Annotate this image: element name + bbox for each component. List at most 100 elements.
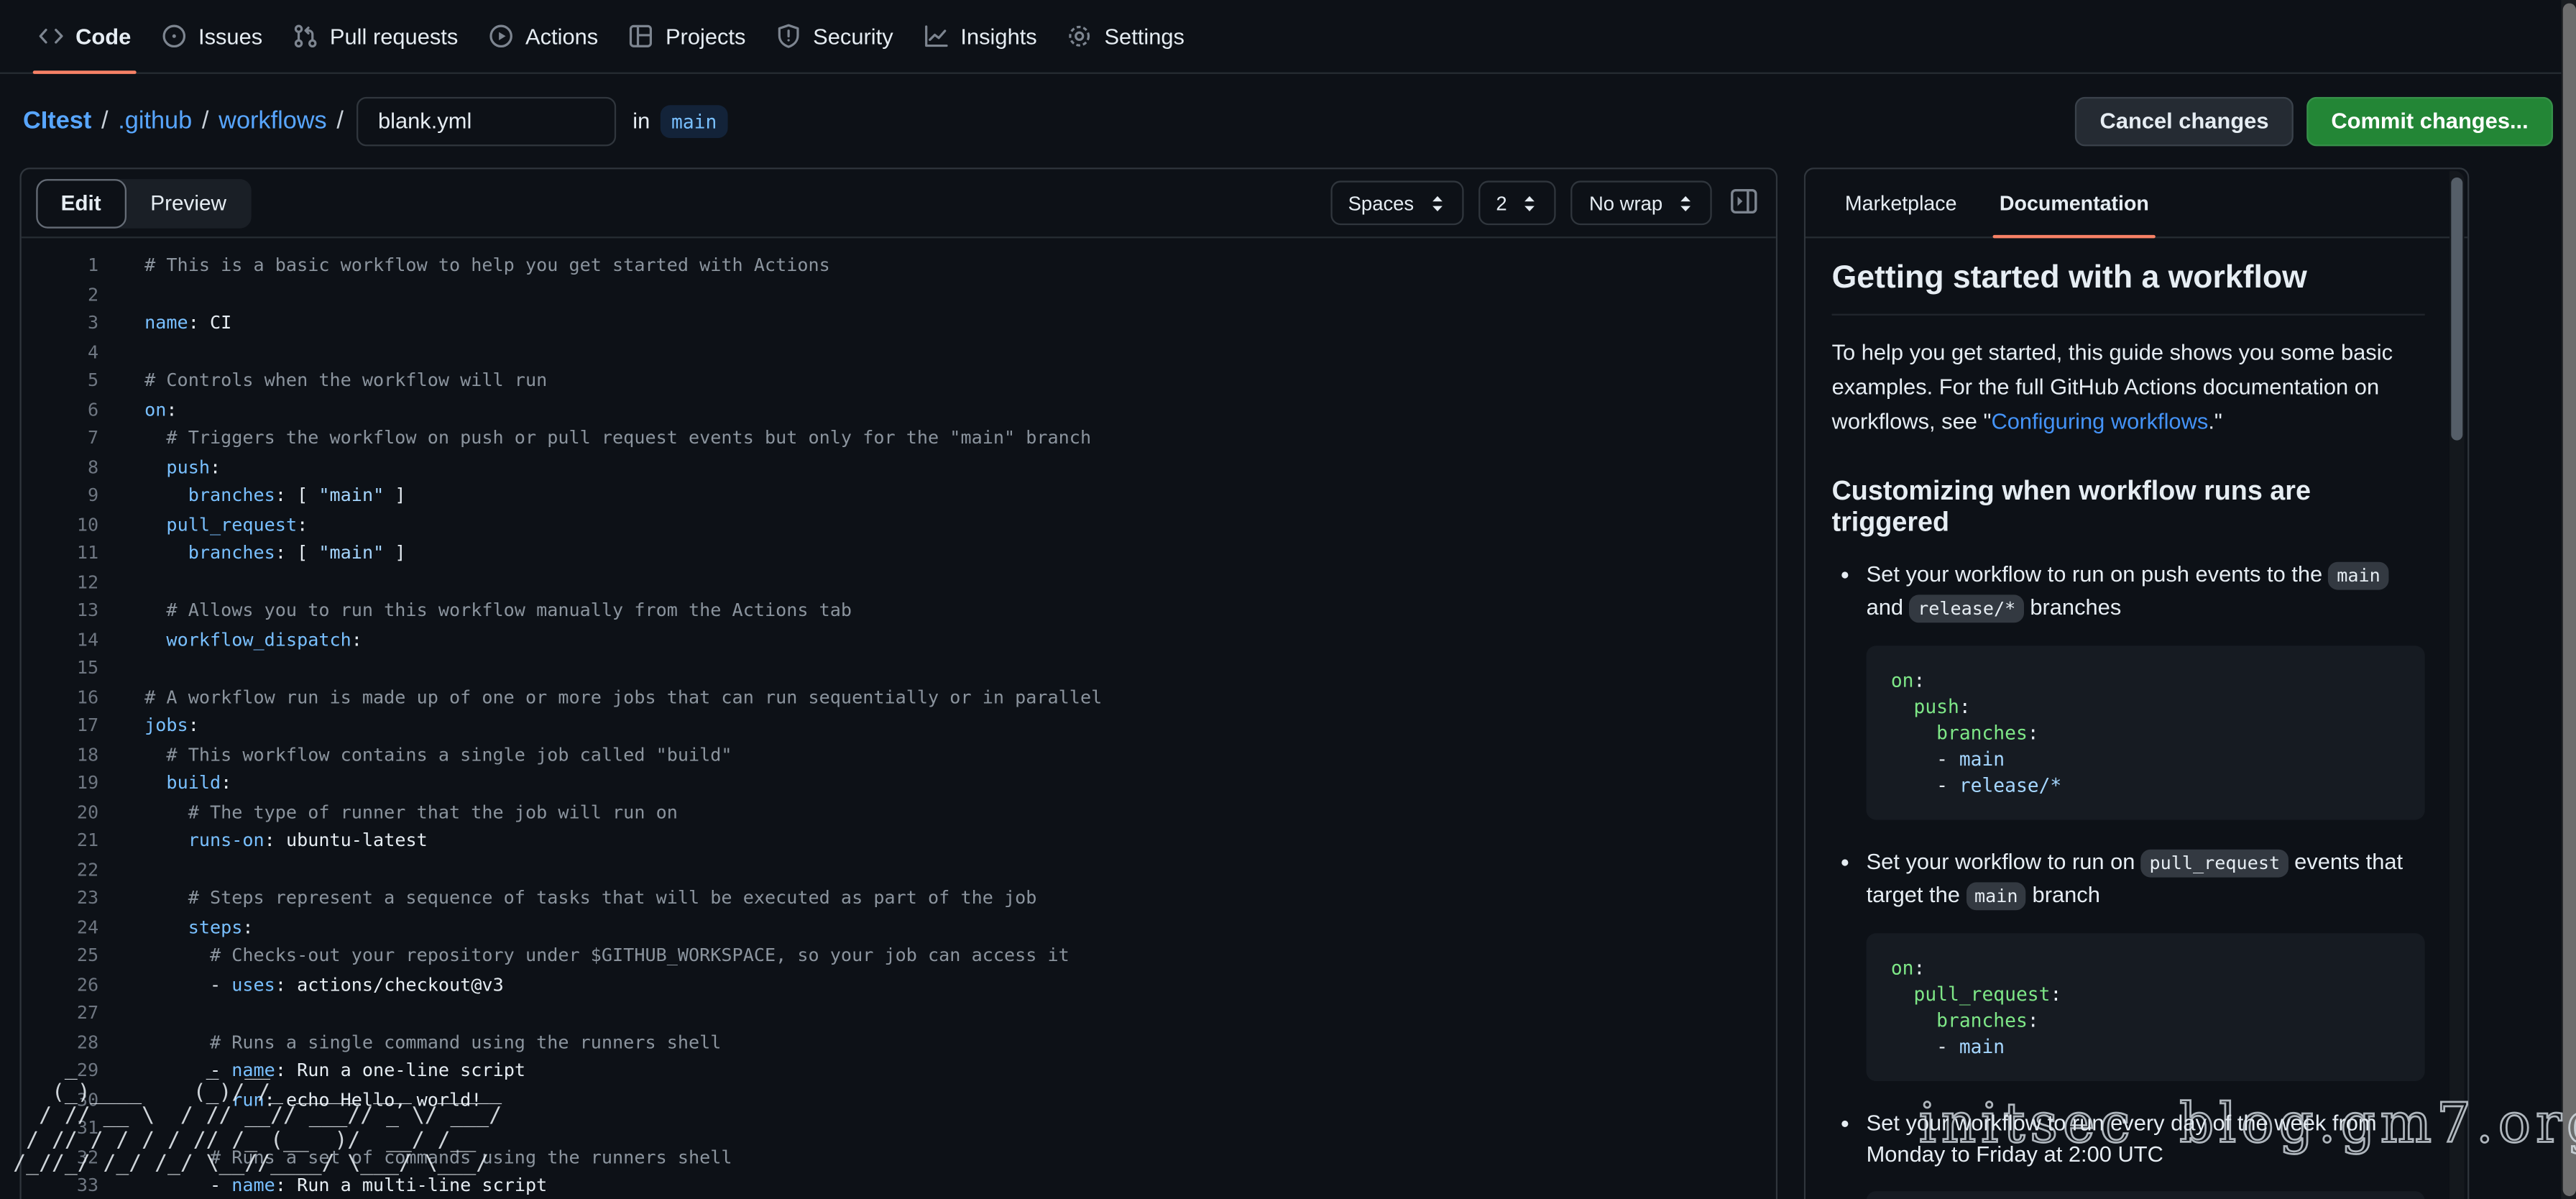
- line-content: build:: [144, 769, 231, 798]
- wrap-mode-select[interactable]: No wrap: [1571, 180, 1712, 225]
- docs-bullet-list: Set your workflow to run on push events …: [1832, 560, 2425, 1199]
- line-number: 20: [22, 798, 98, 827]
- docs-scrollbar[interactable]: [2450, 171, 2465, 1199]
- gear-icon: [1067, 23, 1093, 50]
- collapse-help-pane-button[interactable]: [1726, 183, 1761, 223]
- code-line[interactable]: 12: [22, 568, 1776, 597]
- nav-tab-pull-requests[interactable]: Pull requests: [277, 0, 473, 73]
- line-content: # Steps represent a sequence of tasks th…: [144, 884, 1036, 913]
- edit-preview-tabs: Edit Preview: [36, 178, 251, 228]
- code-line[interactable]: 1# This is a basic workflow to help you …: [22, 252, 1776, 280]
- nav-tab-settings[interactable]: Settings: [1052, 0, 1199, 73]
- code-line[interactable]: 16# A workflow run is made up of one or …: [22, 683, 1776, 712]
- tab-documentation[interactable]: Documentation: [2000, 169, 2149, 236]
- line-content: - uses: actions/checkout@v3: [144, 970, 504, 999]
- docs-code-snippet: on: push: branches: - main - release/*: [1867, 646, 2425, 819]
- line-content: # This workflow contains a single job ca…: [144, 740, 732, 769]
- indent-mode-select[interactable]: Spaces: [1330, 180, 1463, 225]
- code-line[interactable]: 30 run: echo Hello, world!: [22, 1085, 1776, 1114]
- chevron-up-down-icon: [1429, 191, 1445, 214]
- line-number: 33: [22, 1172, 98, 1199]
- docs-section-heading: Customizing when workflow runs are trigg…: [1832, 477, 2425, 539]
- indent-size-select[interactable]: 2: [1478, 180, 1556, 225]
- nav-tab-label: Settings: [1104, 24, 1184, 48]
- code-line[interactable]: 28 # Runs a single command using the run…: [22, 1028, 1776, 1057]
- commit-changes-button[interactable]: Commit changes...: [2306, 96, 2553, 146]
- breadcrumb-repo-link[interactable]: CItest: [23, 107, 91, 135]
- code-line[interactable]: 24 steps:: [22, 913, 1776, 942]
- breadcrumb-dir-github-link[interactable]: .github: [118, 107, 192, 135]
- code-line[interactable]: 33 - name: Run a multi-line script: [22, 1172, 1776, 1199]
- line-content: # Triggers the workflow on push or pull …: [144, 424, 1091, 453]
- line-number: 27: [22, 999, 98, 1028]
- code-line[interactable]: 21 runs-on: ubuntu-latest: [22, 827, 1776, 855]
- line-content: # This is a basic workflow to help you g…: [144, 252, 830, 280]
- breadcrumb-dir-workflows-link[interactable]: workflows: [218, 107, 327, 135]
- nav-tab-projects[interactable]: Projects: [613, 0, 760, 73]
- line-number: 12: [22, 568, 98, 597]
- docs-tabs: Marketplace Documentation: [1806, 169, 2467, 238]
- inline-code-chip: main: [1966, 881, 2026, 909]
- configuring-workflows-link[interactable]: Configuring workflows: [1991, 409, 2208, 433]
- code-line[interactable]: 26 - uses: actions/checkout@v3: [22, 970, 1776, 999]
- nav-tab-insights[interactable]: Insights: [908, 0, 1052, 73]
- code-line[interactable]: 7 # Triggers the workflow on push or pul…: [22, 424, 1776, 453]
- docs-title: Getting started with a workflow: [1832, 259, 2425, 316]
- docs-bullet: Set your workflow to run on push events …: [1867, 560, 2425, 819]
- file-actions: Cancel changes Commit changes...: [2075, 96, 2553, 146]
- breadcrumb-separator: /: [101, 107, 109, 135]
- code-line[interactable]: 6on:: [22, 395, 1776, 424]
- code-line[interactable]: 20 # The type of runner that the job wil…: [22, 798, 1776, 827]
- line-content: run: echo Hello, world!: [144, 1085, 482, 1114]
- inline-code-chip: release/*: [1910, 594, 2024, 622]
- code-line[interactable]: 15: [22, 654, 1776, 683]
- line-number: 9: [22, 482, 98, 510]
- code-line[interactable]: 22: [22, 855, 1776, 884]
- nav-tab-actions[interactable]: Actions: [473, 0, 613, 73]
- tab-preview[interactable]: Preview: [126, 178, 251, 228]
- code-line[interactable]: 31: [22, 1114, 1776, 1143]
- code-line[interactable]: 14 workflow_dispatch:: [22, 625, 1776, 654]
- nav-tab-security[interactable]: Security: [760, 0, 908, 73]
- line-number: 29: [22, 1057, 98, 1085]
- line-content: jobs:: [144, 712, 199, 740]
- code-icon: [38, 23, 65, 50]
- code-line[interactable]: 25 # Checks-out your repository under $G…: [22, 942, 1776, 970]
- line-content: # Allows you to run this workflow manual…: [144, 597, 852, 625]
- tab-edit[interactable]: Edit: [36, 178, 126, 228]
- page-scrollbar-thumb[interactable]: [2562, 4, 2575, 1196]
- page-scrollbar[interactable]: [2561, 0, 2576, 1199]
- code-line[interactable]: 4: [22, 338, 1776, 367]
- line-number: 17: [22, 712, 98, 740]
- line-content: - name: Run a multi-line script: [144, 1172, 547, 1199]
- code-line[interactable]: 18 # This workflow contains a single job…: [22, 740, 1776, 769]
- nav-tab-issues[interactable]: Issues: [146, 0, 277, 73]
- line-number: 32: [22, 1143, 98, 1172]
- code-line[interactable]: 9 branches: [ "main" ]: [22, 482, 1776, 510]
- issue-opened-icon: [160, 23, 187, 50]
- code-line[interactable]: 19 build:: [22, 769, 1776, 798]
- code-line[interactable]: 23 # Steps represent a sequence of tasks…: [22, 884, 1776, 913]
- code-editor[interactable]: 1# This is a basic workflow to help you …: [22, 238, 1776, 1199]
- code-line[interactable]: 2: [22, 280, 1776, 309]
- docs-scrollbar-thumb[interactable]: [2451, 178, 2462, 441]
- code-line[interactable]: 29 - name: Run a one-line script: [22, 1057, 1776, 1085]
- nav-tab-code[interactable]: Code: [23, 0, 146, 73]
- tab-marketplace[interactable]: Marketplace: [1845, 169, 1957, 236]
- code-line[interactable]: 3name: CI: [22, 309, 1776, 338]
- docs-bullet: Set your workflow to run on pull_request…: [1867, 847, 2425, 1081]
- code-line[interactable]: 27: [22, 999, 1776, 1028]
- code-line[interactable]: 17 jobs:: [22, 712, 1776, 740]
- filename-input[interactable]: [356, 96, 616, 146]
- code-line[interactable]: 11 branches: [ "main" ]: [22, 539, 1776, 568]
- inline-code-chip: main: [2329, 562, 2388, 590]
- github-workflow-editor-page: Code Issues Pull requests Actions Projec…: [0, 0, 2576, 1199]
- line-number: 19: [22, 769, 98, 798]
- code-line[interactable]: 10 pull_request:: [22, 510, 1776, 539]
- code-line[interactable]: 32 # Runs a set of commands using the ru…: [22, 1143, 1776, 1172]
- code-line[interactable]: 8 push:: [22, 453, 1776, 482]
- line-content: name: CI: [144, 309, 231, 338]
- cancel-changes-button[interactable]: Cancel changes: [2075, 96, 2294, 146]
- code-line[interactable]: 13 # Allows you to run this workflow man…: [22, 597, 1776, 625]
- code-line[interactable]: 5# Controls when the workflow will run: [22, 367, 1776, 395]
